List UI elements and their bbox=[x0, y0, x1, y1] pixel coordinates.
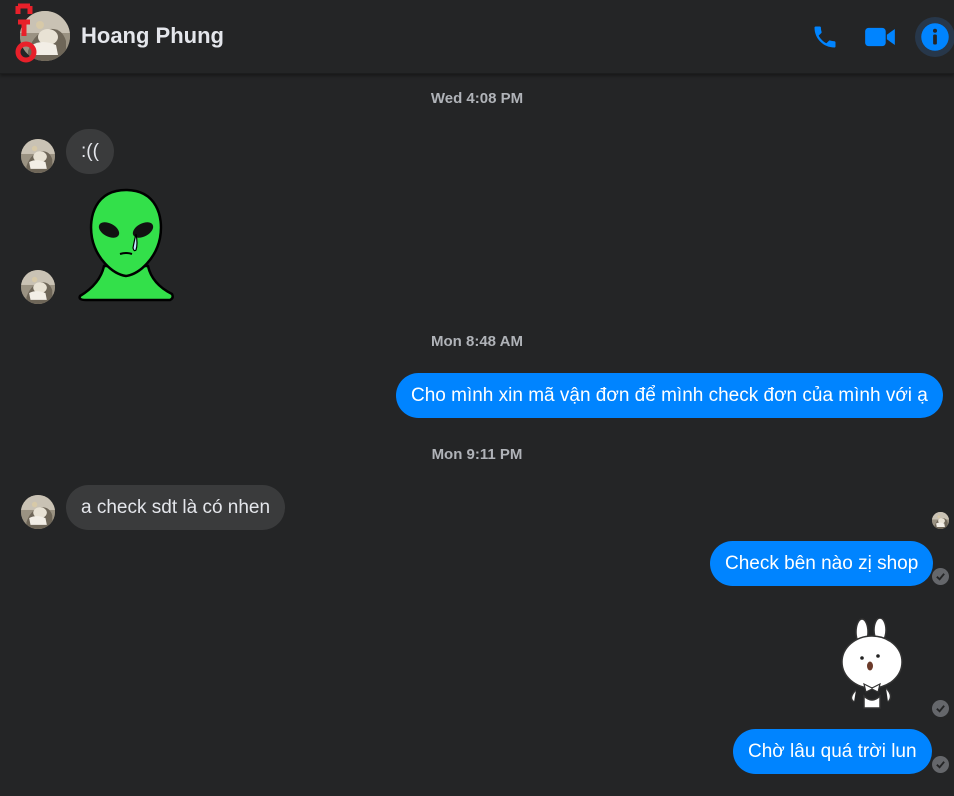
delivered-status bbox=[932, 700, 949, 717]
delivered-status bbox=[932, 756, 949, 773]
message-timestamp: Wed 4:08 PM bbox=[430, 90, 524, 107]
conversation-info-button[interactable] bbox=[915, 17, 954, 57]
green-alien-crying-sticker[interactable] bbox=[76, 186, 176, 304]
phone-call-button[interactable] bbox=[806, 18, 844, 56]
message-timestamp: Mon 8:48 AM bbox=[431, 333, 523, 350]
check-circle-icon bbox=[936, 705, 945, 713]
oto-logo-overlay bbox=[15, 3, 37, 63]
sender-avatar[interactable] bbox=[21, 139, 55, 173]
delivered-status bbox=[932, 568, 949, 585]
phone-icon bbox=[814, 26, 836, 48]
white-bunny-sticker[interactable] bbox=[834, 618, 908, 712]
sender-avatar[interactable] bbox=[21, 270, 55, 304]
messenger-chat-window: Hoang Phung Wed 4:08 PM :((Mon 8:48 AM … bbox=[0, 0, 954, 796]
seen-by-avatar bbox=[932, 512, 949, 529]
incoming-message[interactable]: :(( bbox=[66, 129, 114, 174]
outgoing-message[interactable]: Cho mình xin mã vận đơn để mình check đơ… bbox=[396, 373, 943, 418]
contact-name[interactable]: Hoang Phung bbox=[81, 23, 224, 49]
video-camera-icon bbox=[865, 27, 895, 47]
info-icon bbox=[921, 23, 949, 51]
sender-avatar[interactable] bbox=[21, 495, 55, 529]
outgoing-message[interactable]: Check bên nào zị shop bbox=[710, 541, 934, 586]
video-call-button[interactable] bbox=[861, 18, 899, 56]
incoming-message[interactable]: a check sdt là có nhen bbox=[66, 485, 286, 530]
chat-header: Hoang Phung bbox=[0, 0, 954, 74]
check-circle-icon bbox=[936, 761, 945, 769]
message-timestamp: Mon 9:11 PM bbox=[431, 446, 523, 463]
check-circle-icon bbox=[936, 573, 945, 581]
outgoing-message[interactable]: Chờ lâu quá trời lun bbox=[733, 729, 932, 774]
